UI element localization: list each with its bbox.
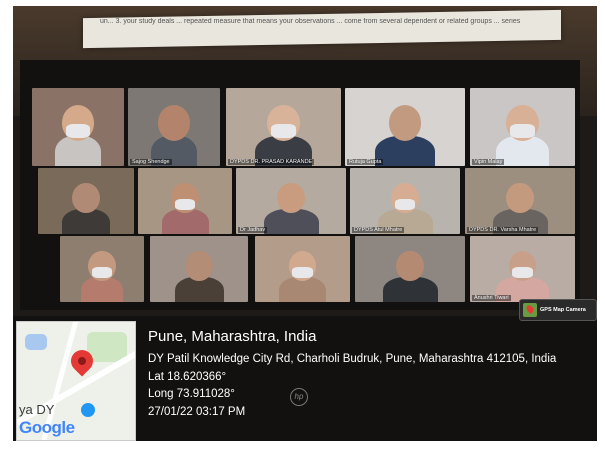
- hp-logo-icon: hp: [290, 388, 308, 406]
- participant-name: DYPDS DR. PRASAD KARANDE: [228, 159, 315, 165]
- map-place-label: ya DY: [19, 402, 55, 417]
- participant-name: Vipin Malay: [472, 159, 505, 165]
- google-logo: Google: [19, 418, 75, 438]
- participant-tile[interactable]: Rutuja Gupta: [345, 88, 465, 166]
- timestamp: 27/01/22 03:17 PM: [148, 405, 246, 418]
- participant-face: [506, 182, 534, 213]
- face-mask: [292, 266, 313, 279]
- face-mask: [512, 266, 533, 279]
- participant-name: DYPDS Atul Mhatre: [352, 227, 405, 233]
- participant-face: [72, 182, 100, 213]
- participant-tile[interactable]: Vipin Malay: [470, 88, 575, 166]
- participant-name: DYPDS DR. Varsha Mhatre: [467, 227, 539, 233]
- participant-tile[interactable]: DYPDS DR. PRASAD KARANDE: [226, 88, 341, 166]
- participant-name: Sajog Shendge: [130, 159, 172, 165]
- participant-tile[interactable]: [355, 236, 465, 302]
- map-thumbnail: ya DY Google: [16, 321, 136, 441]
- participant-name: Anushri Tiwari: [472, 295, 511, 301]
- latitude: Lat 18.620366°: [148, 370, 227, 383]
- participant-tile[interactable]: Dr Jadhav: [236, 168, 346, 234]
- gps-camera-icon: [523, 303, 537, 317]
- face-mask: [91, 266, 113, 279]
- map-water: [25, 334, 47, 350]
- gps-badge-label: GPS Map Camera: [540, 307, 586, 313]
- participant-face: [277, 182, 305, 213]
- participant-name: Dr Jadhav: [238, 227, 268, 233]
- longitude: Long 73.911028°: [148, 388, 235, 400]
- participant-tile[interactable]: [150, 236, 248, 302]
- google-logo-text: Google: [19, 418, 75, 437]
- face-mask: [394, 198, 416, 211]
- participant-tile[interactable]: Anushri Tiwari: [470, 236, 575, 302]
- participant-tile[interactable]: [38, 168, 134, 234]
- place-title: Pune, Maharashtra, India: [148, 328, 317, 345]
- participant-tile[interactable]: [138, 168, 232, 234]
- gps-map-camera-badge: GPS Map Camera: [519, 299, 597, 321]
- face-mask: [174, 198, 196, 211]
- location-pin-dot: [78, 357, 86, 365]
- participant-tile[interactable]: [255, 236, 350, 302]
- participant-name: Rutuja Gupta: [347, 159, 384, 165]
- participant-tile[interactable]: DYPDS DR. Varsha Mhatre: [465, 168, 575, 234]
- participant-tile[interactable]: DYPDS Atul Mhatre: [350, 168, 460, 234]
- address-line: DY Patil Knowledge City Rd, Charholi Bud…: [148, 353, 557, 365]
- face-mask: [271, 124, 296, 138]
- map-poi-icon: [81, 403, 95, 417]
- participant-face: [185, 250, 213, 281]
- participant-tile[interactable]: Sajog Shendge: [128, 88, 220, 166]
- location-info: Pune, Maharashtra, India DY Patil Knowle…: [148, 328, 556, 421]
- participant-tile[interactable]: [60, 236, 144, 302]
- participant-face: [396, 250, 424, 281]
- face-mask: [510, 124, 535, 138]
- participant-tile[interactable]: [32, 88, 124, 166]
- face-mask: [65, 124, 91, 138]
- slide-text: un... 3. your study deals ... repeated m…: [100, 18, 521, 25]
- participant-face: [157, 105, 191, 142]
